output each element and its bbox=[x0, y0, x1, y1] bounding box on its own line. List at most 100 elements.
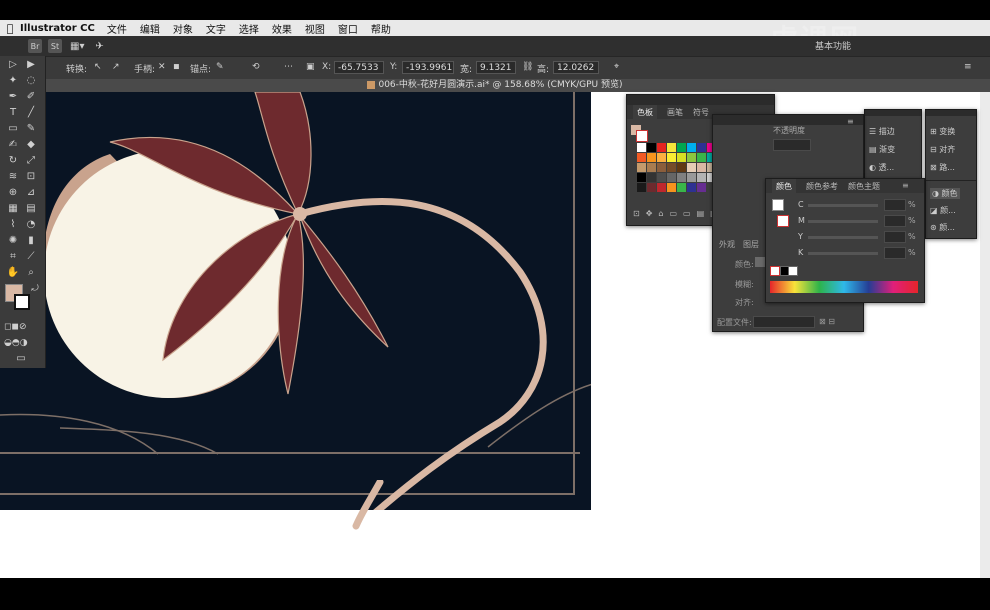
panel-menu-icon[interactable]: ≡ bbox=[964, 62, 972, 72]
swatch[interactable] bbox=[647, 143, 656, 152]
swatch[interactable] bbox=[637, 143, 646, 152]
appearance-color-chip[interactable] bbox=[755, 257, 765, 267]
tab-appearance[interactable]: 外观 bbox=[719, 239, 735, 250]
none-swatch[interactable] bbox=[770, 266, 780, 276]
value-k[interactable] bbox=[884, 247, 906, 259]
swatch[interactable] bbox=[677, 183, 686, 192]
swatch[interactable] bbox=[697, 163, 706, 172]
swatch[interactable] bbox=[687, 153, 696, 162]
zoom-tool-icon[interactable]: ⌕ bbox=[24, 266, 38, 280]
swatch[interactable] bbox=[657, 173, 666, 182]
tab-brushes[interactable]: 画笔 bbox=[667, 107, 683, 118]
mesh-tool-icon[interactable]: ▦ bbox=[6, 202, 20, 216]
swatch[interactable] bbox=[637, 153, 646, 162]
shaper-tool-icon[interactable]: ✍ bbox=[6, 138, 20, 152]
x-field[interactable]: -65.7533 bbox=[334, 61, 384, 74]
arrange-documents-icon[interactable]: ▦▾ bbox=[70, 39, 84, 53]
transparency-menu-icon[interactable]: ≡ bbox=[847, 117, 854, 126]
dock-stroke[interactable]: ☰ 描边 bbox=[869, 126, 895, 137]
swatch[interactable] bbox=[667, 143, 676, 152]
menu-edit[interactable]: 编辑 bbox=[140, 21, 160, 36]
transform-icon[interactable]: ⌖ bbox=[614, 62, 619, 72]
stock-icon[interactable]: St bbox=[48, 39, 62, 53]
type-tool-icon[interactable]: T bbox=[6, 106, 20, 120]
curvature-tool-icon[interactable]: ✐ bbox=[24, 90, 38, 104]
menu-select[interactable]: 选择 bbox=[239, 21, 259, 36]
artboard[interactable] bbox=[0, 92, 591, 510]
swatch[interactable] bbox=[647, 163, 656, 172]
swatch[interactable] bbox=[667, 173, 676, 182]
artboard-tool-icon[interactable]: ⌗ bbox=[6, 250, 20, 264]
pen-tool-icon[interactable]: ✒ bbox=[6, 90, 20, 104]
swatch[interactable] bbox=[687, 173, 696, 182]
scale-tool-icon[interactable]: ⤢ bbox=[24, 154, 38, 168]
tab-swatches[interactable]: 色板 bbox=[633, 104, 657, 120]
value-c[interactable] bbox=[884, 199, 906, 211]
y-field[interactable]: -193.9961 bbox=[402, 61, 454, 74]
value-m[interactable] bbox=[884, 215, 906, 227]
swatch[interactable] bbox=[697, 173, 706, 182]
white-swatch[interactable] bbox=[788, 266, 798, 276]
magic-wand-icon[interactable]: ✦ bbox=[6, 74, 20, 88]
profile-buttons[interactable]: ⊠ ⊟ bbox=[819, 317, 835, 326]
swatch[interactable] bbox=[677, 153, 686, 162]
color-stroke-chip[interactable] bbox=[777, 215, 789, 227]
cut-path-icon[interactable]: ⋯ bbox=[284, 62, 293, 72]
swatch[interactable] bbox=[677, 143, 686, 152]
bridge-icon[interactable]: Br bbox=[28, 39, 42, 53]
width-field[interactable]: 9.1321 bbox=[476, 61, 516, 74]
menu-object[interactable]: 对象 bbox=[173, 21, 193, 36]
screen-mode-icon[interactable]: ▭ bbox=[14, 352, 28, 366]
document-tab[interactable]: 006-中秋-花好月圆演示.ai* @ 158.68% (CMYK/GPU 预览… bbox=[0, 79, 990, 92]
profile-field[interactable] bbox=[753, 316, 815, 328]
remove-anchor-icon[interactable]: ✎ bbox=[216, 62, 224, 72]
slice-tool-icon[interactable]: ⟋ bbox=[24, 250, 38, 264]
value-y[interactable] bbox=[884, 231, 906, 243]
free-transform-icon[interactable]: ⊡ bbox=[24, 170, 38, 184]
gpu-performance-icon[interactable]: ✈ bbox=[92, 39, 106, 53]
swatch[interactable] bbox=[687, 163, 696, 172]
handle-show-icon[interactable]: ✕ bbox=[158, 62, 166, 72]
swatch[interactable] bbox=[677, 173, 686, 182]
opacity-field[interactable] bbox=[773, 139, 811, 151]
slider-c[interactable] bbox=[808, 204, 878, 207]
connect-anchor-icon[interactable]: ⟲ bbox=[252, 62, 260, 72]
line-tool-icon[interactable]: ╱ bbox=[24, 106, 38, 120]
paintbrush-icon[interactable]: ✎ bbox=[24, 122, 38, 136]
dock-color-guide[interactable]: ◪ 颜... bbox=[930, 205, 956, 216]
swatch[interactable] bbox=[687, 183, 696, 192]
menu-window[interactable]: 窗口 bbox=[338, 21, 358, 36]
height-field[interactable]: 12.0262 bbox=[553, 61, 599, 74]
direct-selection-tool-icon[interactable]: ▶ bbox=[24, 58, 38, 72]
swatch[interactable] bbox=[667, 183, 676, 192]
swatch[interactable] bbox=[677, 163, 686, 172]
menu-file[interactable]: 文件 bbox=[107, 21, 127, 36]
handle-hide-icon[interactable]: ◾ bbox=[173, 62, 180, 72]
swatch[interactable] bbox=[637, 163, 646, 172]
swatch[interactable] bbox=[687, 143, 696, 152]
tab-color-guide[interactable]: 颜色参考 bbox=[806, 181, 838, 192]
dock-color-themes[interactable]: ⊛ 颜... bbox=[930, 222, 955, 233]
menu-help[interactable]: 帮助 bbox=[371, 21, 391, 36]
swatch[interactable] bbox=[697, 183, 706, 192]
swatch[interactable] bbox=[667, 163, 676, 172]
shape-builder-icon[interactable]: ⊕ bbox=[6, 186, 20, 200]
swatch[interactable] bbox=[657, 183, 666, 192]
swatch[interactable] bbox=[667, 153, 676, 162]
rectangle-tool-icon[interactable]: ▭ bbox=[6, 122, 20, 136]
menu-effect[interactable]: 效果 bbox=[272, 21, 292, 36]
menu-type[interactable]: 文字 bbox=[206, 21, 226, 36]
tab-symbols[interactable]: 符号 bbox=[693, 107, 709, 118]
dock-pathfinder[interactable]: ⊠ 路... bbox=[930, 162, 955, 173]
swatch[interactable] bbox=[647, 153, 656, 162]
slider-y[interactable] bbox=[808, 236, 878, 239]
tab-layers[interactable]: 图层 bbox=[743, 239, 759, 250]
graph-tool-icon[interactable]: ▮ bbox=[24, 234, 38, 248]
selection-tool-icon[interactable]: ▷ bbox=[6, 58, 20, 72]
swatch[interactable] bbox=[657, 153, 666, 162]
drawing-mode-icon[interactable]: ◒◓◑ bbox=[4, 336, 28, 350]
lasso-icon[interactable]: ◌ bbox=[24, 74, 38, 88]
isolate-icon[interactable]: ▣ bbox=[306, 62, 315, 72]
swatch[interactable] bbox=[697, 153, 706, 162]
transparency-panel-header[interactable] bbox=[713, 115, 863, 125]
